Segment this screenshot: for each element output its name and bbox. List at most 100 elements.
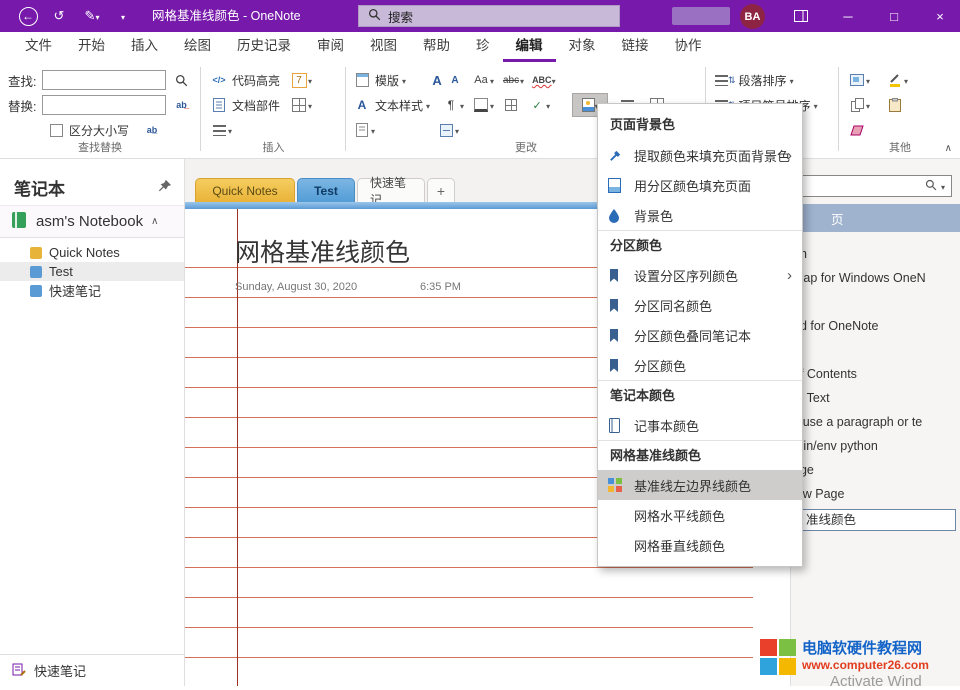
page-list-item[interactable]: nd for OneNote: [793, 319, 960, 335]
checkmark-icon[interactable]: ✓: [528, 95, 546, 115]
tab-home[interactable]: 开始: [65, 32, 118, 62]
chevron-down-icon[interactable]: [866, 73, 870, 88]
menu-item-notebook-color[interactable]: 记事本颜色: [598, 410, 802, 440]
account-name-block[interactable]: [672, 7, 730, 25]
replace-all-icon[interactable]: ab̲: [143, 120, 161, 140]
template-button[interactable]: 模版: [375, 72, 399, 89]
tab-draw[interactable]: 绘图: [171, 32, 224, 62]
close-button[interactable]: ×: [920, 0, 960, 32]
page-search-box[interactable]: [799, 175, 952, 197]
chevron-down-icon[interactable]: [426, 98, 430, 113]
pin-icon[interactable]: [158, 179, 172, 196]
undo-button[interactable]: ↺: [46, 0, 72, 32]
page-title-edit-box[interactable]: 准线颜色: [801, 509, 956, 531]
paragraph-mark-icon[interactable]: ¶: [442, 95, 460, 115]
eraser-icon[interactable]: [848, 120, 866, 140]
page-list-item[interactable]: age: [793, 463, 960, 479]
add-section-tab[interactable]: +: [427, 178, 455, 202]
collapse-ribbon-icon[interactable]: ∧: [945, 143, 952, 154]
menu-item-background-color[interactable]: 背景色: [598, 200, 802, 230]
tab-object[interactable]: 对象: [556, 32, 609, 62]
chevron-down-icon[interactable]: [402, 73, 406, 88]
menu-item-extract-color[interactable]: 提取颜色来填充页面背景色 ›: [598, 140, 802, 170]
menu-item-set-section-sequence-color[interactable]: 设置分区序列颜色 ›: [598, 260, 802, 290]
chevron-down-icon[interactable]: [904, 73, 908, 88]
page-list-item[interactable]: y use a paragraph or te: [793, 415, 960, 431]
chevron-down-icon[interactable]: [866, 98, 870, 113]
chevron-down-icon[interactable]: [546, 98, 550, 113]
copy-icon[interactable]: [848, 95, 866, 115]
chevron-down-icon[interactable]: [552, 73, 556, 88]
replace-one-icon[interactable]: ab̲: [172, 95, 190, 115]
find-search-icon[interactable]: [172, 70, 190, 90]
sidebar-section-test[interactable]: Test: [0, 262, 184, 281]
section-tab-quick-note[interactable]: 快速笔记: [357, 176, 425, 207]
find-input[interactable]: [42, 70, 167, 90]
border-icon[interactable]: [472, 95, 490, 115]
menu-item-grid-vertical-line-color[interactable]: 网格垂直线颜色: [598, 530, 802, 560]
tab-view[interactable]: 视图: [357, 32, 410, 62]
chevron-down-icon[interactable]: [790, 73, 794, 88]
small-grid-icon[interactable]: [502, 95, 520, 115]
back-button[interactable]: ←: [14, 0, 42, 32]
tab-link[interactable]: 链接: [609, 32, 662, 62]
format-block-icon[interactable]: [437, 120, 455, 140]
menu-item-section-same-name-color[interactable]: 分区同名颜色: [598, 290, 802, 320]
pen-tool-button[interactable]: ✎: [76, 0, 108, 32]
case-sensitive-checkbox[interactable]: [50, 123, 63, 137]
grow-font-icon[interactable]: A: [428, 70, 446, 90]
replace-input[interactable]: [42, 95, 167, 115]
chevron-down-icon[interactable]: [308, 73, 312, 88]
customize-toolbar-button[interactable]: [112, 0, 134, 32]
tab-help[interactable]: 帮助: [410, 32, 463, 62]
maximize-button[interactable]: □: [874, 0, 914, 32]
page-list-selected-item[interactable]: 页: [791, 204, 960, 232]
page-list-item[interactable]: Map for Windows OneN: [793, 271, 960, 287]
search-box[interactable]: 搜索: [358, 5, 620, 27]
tab-insert[interactable]: 插入: [118, 32, 171, 62]
doc-parts-button[interactable]: 文档部件: [232, 97, 280, 114]
quick-notes-footer-button[interactable]: 快速笔记: [0, 654, 184, 686]
chevron-down-icon[interactable]: [490, 98, 494, 113]
tab-history[interactable]: 历史记录: [224, 32, 304, 62]
page-list-item[interactable]: /bin/env python: [793, 439, 960, 455]
tab-zhen[interactable]: 珍: [463, 32, 503, 62]
menu-item-section-color[interactable]: 分区颜色: [598, 350, 802, 380]
window-layout-icon[interactable]: [786, 0, 816, 32]
page-list-item[interactable]: of Contents: [793, 367, 960, 383]
tab-edit[interactable]: 编辑: [502, 32, 556, 62]
table-icon[interactable]: [290, 95, 308, 115]
tab-review[interactable]: 审阅: [304, 32, 357, 62]
page-list-item[interactable]: to Text: [793, 391, 960, 407]
chevron-down-icon[interactable]: [455, 123, 459, 138]
chevron-down-icon[interactable]: [228, 123, 232, 138]
strikethrough-icon[interactable]: abc: [502, 70, 520, 90]
menu-item-baseline-left-margin-color[interactable]: 基准线左边界线颜色: [598, 470, 802, 500]
avatar[interactable]: BA: [740, 4, 765, 29]
code-highlight-button[interactable]: 代码高亮: [232, 72, 280, 89]
page-list-item[interactable]: lew Page: [793, 487, 960, 503]
page-title[interactable]: 网格基准线颜色: [235, 233, 410, 269]
screen-clip-icon[interactable]: [848, 70, 866, 90]
change-case-icon[interactable]: Aa: [472, 70, 490, 90]
chevron-down-icon[interactable]: [460, 98, 464, 113]
section-tab-test[interactable]: Test: [297, 178, 355, 202]
tab-collaborate[interactable]: 协作: [662, 32, 715, 62]
chevron-down-icon[interactable]: [490, 73, 494, 88]
chevron-down-icon[interactable]: [520, 73, 524, 88]
menu-item-section-color-same-notebook[interactable]: 分区颜色叠同笔记本: [598, 320, 802, 350]
chevron-down-icon[interactable]: [814, 98, 818, 113]
highlight-pen-icon[interactable]: [886, 70, 904, 90]
spell-check-icon[interactable]: ABC: [532, 70, 552, 90]
page-setup-icon[interactable]: [353, 120, 371, 140]
list-icon[interactable]: [210, 120, 228, 140]
chevron-down-icon[interactable]: [371, 123, 375, 138]
chevron-down-icon[interactable]: [308, 98, 312, 113]
page-list-item[interactable]: on: [793, 247, 960, 263]
sidebar-section-quick-note[interactable]: 快速笔记: [0, 281, 184, 300]
clipboard-icon[interactable]: [886, 95, 904, 115]
notebook-row[interactable]: asm's Notebook ∧: [0, 205, 184, 238]
menu-item-grid-horizontal-line-color[interactable]: 网格水平线颜色: [598, 500, 802, 530]
menu-item-fill-with-section-color[interactable]: 用分区颜色填充页面: [598, 170, 802, 200]
code-number-icon[interactable]: 7: [290, 70, 308, 90]
